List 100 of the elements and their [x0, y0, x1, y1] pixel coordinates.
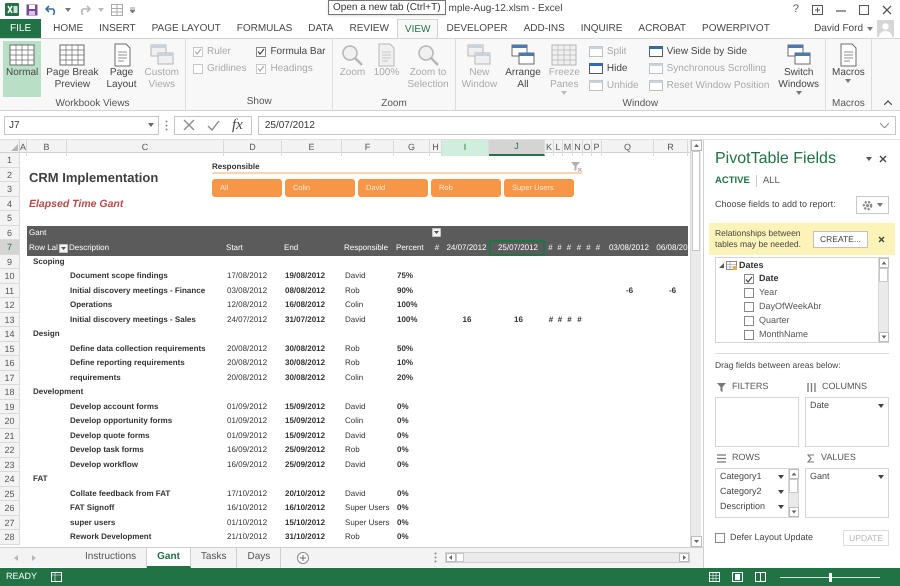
column-letter[interactable]: N	[573, 140, 583, 156]
area-field[interactable]: Gant	[806, 469, 888, 484]
ribbon-button[interactable]: Page Layout	[104, 41, 140, 97]
row-number[interactable]: 10	[0, 269, 20, 284]
ribbon-button[interactable]: Macros	[829, 41, 868, 97]
ribbon-tab[interactable]: VIEW	[396, 19, 438, 38]
scroll-thumb[interactable]	[692, 151, 700, 251]
row-number[interactable]: 22	[0, 443, 20, 458]
ribbon-tab[interactable]: INQUIRE	[572, 19, 630, 38]
ribbon-tab[interactable]: PAGE LAYOUT	[144, 19, 229, 38]
sheet-tab[interactable]: Gant	[147, 548, 191, 568]
row-number[interactable]: 2	[0, 168, 20, 182]
ribbon-tab[interactable]: ACROBAT	[630, 19, 694, 38]
column-letter[interactable]: D	[224, 140, 282, 156]
column-letter[interactable]: L	[554, 140, 563, 156]
create-button[interactable]: CREATE...	[813, 230, 868, 248]
page-layout-view-icon[interactable]	[732, 572, 743, 582]
slider-thumb[interactable]	[828, 572, 832, 582]
row-number[interactable]: 19	[0, 400, 20, 414]
row-number[interactable]: 3	[0, 182, 20, 196]
selected-cell[interactable]: 25/07/2012	[489, 240, 545, 256]
scroll-thumb[interactable]	[456, 553, 464, 562]
area-field[interactable]: Category2	[716, 484, 788, 499]
name-box[interactable]: J7	[4, 116, 159, 134]
row-number[interactable]: 23	[0, 458, 20, 472]
column-letter[interactable]: Q	[602, 140, 654, 156]
column-letter[interactable]: M	[563, 140, 573, 156]
checkbox[interactable]	[744, 274, 754, 284]
area-field[interactable]: Description	[716, 499, 788, 514]
add-sheet-icon[interactable]	[297, 552, 310, 564]
vertical-scrollbar[interactable]	[878, 258, 888, 342]
ribbon-tab[interactable]: ADD-INS	[516, 19, 573, 38]
row-number[interactable]: 14	[0, 327, 20, 342]
select-all-icon[interactable]	[11, 144, 18, 151]
row-number[interactable]: 5	[0, 211, 20, 226]
settings-button[interactable]	[856, 196, 889, 214]
ribbon-button[interactable]: Page Break Preview	[43, 41, 102, 97]
ribbon-button[interactable]: Switch Windows	[775, 41, 822, 97]
ribbon-tab[interactable]: FILE	[0, 19, 42, 38]
formula-input[interactable]: 25/07/2012	[258, 116, 896, 134]
row-number[interactable]: 16	[0, 356, 20, 370]
close-icon[interactable]	[879, 155, 887, 163]
row-number[interactable]: 15	[0, 342, 20, 356]
save-icon[interactable]	[26, 4, 38, 16]
record-macro-icon[interactable]	[51, 572, 62, 582]
enter-icon[interactable]	[207, 120, 220, 130]
normal-view-icon[interactable]	[709, 572, 720, 582]
ribbon-tab[interactable]: REVIEW	[341, 19, 397, 38]
vertical-scrollbar[interactable]	[690, 140, 701, 547]
ribbon-display-icon[interactable]	[812, 4, 823, 14]
ribbon-tab[interactable]: INSERT	[91, 19, 144, 38]
checkbox[interactable]	[744, 330, 754, 340]
checkbox[interactable]	[256, 46, 266, 56]
maximize-icon[interactable]	[859, 4, 869, 14]
row-number[interactable]: 4	[0, 196, 20, 211]
row-number[interactable]: 7	[0, 240, 20, 254]
checkbox[interactable]	[744, 302, 754, 312]
horizontal-scrollbar[interactable]	[445, 552, 690, 563]
row-number[interactable]: 17	[0, 370, 20, 385]
undo-icon[interactable]	[45, 4, 58, 15]
row-number[interactable]: 9	[0, 254, 20, 269]
ribbon-button[interactable]: Arrange All	[502, 41, 544, 97]
checkbox[interactable]	[744, 316, 754, 326]
column-letter[interactable]: F	[342, 140, 394, 156]
area-field[interactable]: Category1	[716, 469, 788, 484]
column-letter[interactable]: O	[583, 140, 592, 156]
close-icon[interactable]	[878, 236, 885, 242]
scroll-thumb[interactable]	[789, 479, 798, 493]
ribbon-button[interactable]: Hide	[588, 62, 639, 75]
row-number[interactable]: 13	[0, 312, 20, 327]
area-field[interactable]: Date	[806, 398, 888, 413]
column-letter[interactable]: I	[442, 140, 489, 156]
ribbon-tab[interactable]: HOME	[45, 19, 92, 38]
close-icon[interactable]	[882, 4, 892, 14]
column-letter[interactable]: B	[27, 140, 67, 156]
row-number[interactable]: 28	[0, 530, 20, 544]
column-letter[interactable]: E	[282, 140, 342, 156]
row-number[interactable]: 6	[0, 226, 20, 240]
row-number[interactable]: 24	[0, 472, 20, 486]
row-number[interactable]: 12	[0, 298, 20, 312]
help-button[interactable]: ?	[792, 1, 799, 18]
pane-tab[interactable]: ALL	[756, 174, 786, 188]
ribbon-tab[interactable]: POWERPIVOT	[694, 19, 778, 38]
column-letter[interactable]: J	[489, 140, 545, 156]
row-number[interactable]: 25	[0, 486, 20, 501]
page-break-view-icon[interactable]	[755, 572, 766, 582]
ribbon-button[interactable]: Normal	[3, 41, 42, 97]
column-letter[interactable]: K	[545, 140, 554, 156]
ribbon-tab[interactable]: DATA	[300, 19, 342, 38]
user-name[interactable]: David Ford	[814, 21, 863, 36]
row-number[interactable]: 26	[0, 501, 20, 516]
row-number[interactable]: 27	[0, 516, 20, 530]
checkbox[interactable]	[715, 533, 725, 543]
previous-sheet-icon[interactable]	[14, 554, 18, 560]
ribbon-tab[interactable]: DEVELOPER	[438, 19, 516, 38]
expanded-triangle-icon[interactable]	[719, 263, 724, 268]
collapse-ribbon-icon[interactable]	[884, 100, 892, 105]
pane-tab[interactable]: ACTIVE	[715, 174, 756, 188]
table-icon[interactable]	[111, 4, 123, 16]
row-number[interactable]: 11	[0, 284, 20, 298]
